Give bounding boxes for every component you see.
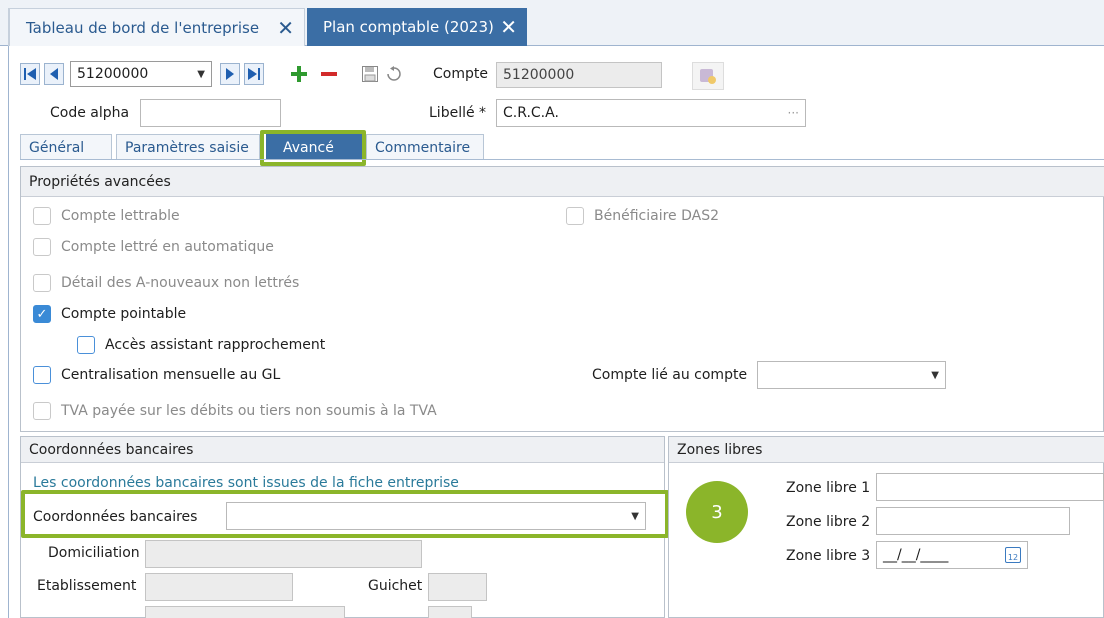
close-icon[interactable]: ✕ <box>500 17 517 37</box>
code-alpha-label: Code alpha <box>50 105 130 121</box>
checkbox[interactable] <box>33 207 51 225</box>
previous-record-button[interactable] <box>44 63 64 85</box>
option-compte-lettrable[interactable]: Compte lettrable <box>33 207 180 225</box>
section-title: Propriétés avancées <box>21 167 1104 197</box>
account-action-button[interactable] <box>692 62 724 90</box>
libelle-value: C.R.C.A. <box>503 105 559 121</box>
proprietes-avancees-panel <box>20 166 1104 432</box>
tab-label: Général <box>29 139 85 156</box>
avance-tab-highlight <box>260 130 366 166</box>
next-record-button[interactable] <box>220 63 240 85</box>
add-button[interactable] <box>288 62 310 86</box>
option-label: Accès assistant rapprochement <box>105 337 326 353</box>
previous-icon <box>50 68 58 80</box>
option-label: Bénéficiaire DAS2 <box>594 208 719 224</box>
compte-lie-label: Compte lié au compte <box>592 367 748 383</box>
tab-parametres-saisie[interactable]: Paramètres saisie <box>116 134 260 160</box>
compte-lie-select[interactable]: ▼ <box>757 361 946 389</box>
undo-button[interactable] <box>384 63 404 85</box>
coordonnees-select-label: Coordonnées bancaires <box>33 509 198 525</box>
option-tva-debits[interactable]: TVA payée sur les débits ou tiers non so… <box>33 402 437 420</box>
next-icon <box>226 68 234 80</box>
chevron-down-icon: ▼ <box>931 369 939 381</box>
libelle-label: Libellé * <box>429 105 487 121</box>
compte-field: 51200000 <box>496 62 662 88</box>
zone-libre-3-date-input[interactable]: __/__/____ 12 <box>876 541 1028 569</box>
checkbox[interactable] <box>33 366 51 384</box>
option-label: Compte pointable <box>61 306 187 322</box>
date-value: __/__/____ <box>883 547 949 563</box>
close-icon[interactable]: ✕ <box>277 18 294 38</box>
account-selector-value: 51200000 <box>77 66 149 82</box>
tab-general[interactable]: Général <box>20 134 112 160</box>
chevron-down-icon: ▼ <box>197 68 205 80</box>
etablissement-label: Etablissement <box>37 578 137 594</box>
first-record-button[interactable] <box>20 63 40 85</box>
account-card-icon <box>700 69 716 84</box>
domiciliation-field <box>145 540 422 568</box>
option-centralisation[interactable]: Centralisation mensuelle au GL <box>33 366 280 384</box>
option-compte-pointable[interactable]: ✓ Compte pointable <box>33 305 186 323</box>
zone-libre-1-label: Zone libre 1 <box>786 480 871 496</box>
checkbox[interactable] <box>77 336 95 354</box>
domiciliation-label: Domiciliation <box>48 545 140 561</box>
delete-button[interactable] <box>318 62 340 86</box>
more-options-icon[interactable]: ··· <box>788 106 799 120</box>
zone-libre-2-input[interactable] <box>876 507 1070 535</box>
tab-label: Paramètres saisie <box>125 139 249 156</box>
minus-icon <box>321 72 337 76</box>
tab-label: Tableau de bord de l'entreprise <box>26 18 260 37</box>
chevron-down-icon: ▼ <box>631 510 639 522</box>
document-tab-bar: Tableau de bord de l'entreprise ✕ Plan c… <box>0 0 1104 46</box>
checkbox[interactable] <box>33 274 51 292</box>
info-text: Les coordonnées bancaires sont issues de… <box>33 475 459 491</box>
option-acces-assistant[interactable]: Accès assistant rapprochement <box>77 336 325 354</box>
zone-libre-2-label: Zone libre 2 <box>786 514 871 530</box>
tab-label: Plan comptable (2023) <box>323 18 494 36</box>
step-callout-badge: 3 <box>686 481 748 543</box>
checkbox[interactable] <box>33 238 51 256</box>
save-button[interactable] <box>360 63 380 85</box>
option-label: Compte lettré en automatique <box>61 239 274 255</box>
content-left-border <box>8 46 9 618</box>
rib-field-partial <box>428 606 472 618</box>
option-label: Compte lettrable <box>61 208 180 224</box>
libelle-input[interactable]: C.R.C.A. ··· <box>496 99 806 127</box>
tab-tableau-de-bord[interactable]: Tableau de bord de l'entreprise ✕ <box>9 8 305 46</box>
option-compte-lettre-auto[interactable]: Compte lettré en automatique <box>33 238 274 256</box>
option-label: TVA payée sur les débits ou tiers non so… <box>61 403 437 419</box>
subtab-divider <box>20 159 1104 160</box>
save-icon <box>362 66 378 82</box>
section-title: Coordonnées bancaires <box>21 437 664 463</box>
coordonnees-bancaires-select[interactable]: ▼ <box>226 502 646 530</box>
section-title: Zones libres <box>669 437 1104 463</box>
checkbox[interactable] <box>33 402 51 420</box>
code-alpha-input[interactable] <box>140 99 281 127</box>
calendar-icon[interactable]: 12 <box>1005 547 1021 563</box>
option-detail-a-nouveaux[interactable]: Détail des A-nouveaux non lettrés <box>33 274 299 292</box>
tab-label: Commentaire <box>375 139 471 156</box>
option-label: Centralisation mensuelle au GL <box>61 367 281 383</box>
checkbox[interactable] <box>566 207 584 225</box>
last-icon <box>248 68 260 80</box>
last-record-button[interactable] <box>244 63 264 85</box>
plus-icon <box>291 66 307 82</box>
zone-libre-1-input[interactable] <box>876 473 1104 501</box>
etablissement-field <box>145 573 293 601</box>
account-selector[interactable]: 51200000 ▼ <box>70 61 212 87</box>
zone-libre-3-label: Zone libre 3 <box>786 548 871 564</box>
tab-plan-comptable[interactable]: Plan comptable (2023) ✕ <box>307 8 527 46</box>
option-label: Détail des A-nouveaux non lettrés <box>61 275 300 291</box>
undo-icon <box>387 66 401 81</box>
tab-commentaire[interactable]: Commentaire <box>366 134 484 160</box>
guichet-field <box>428 573 487 601</box>
compte-label: Compte <box>433 66 488 82</box>
option-beneficiaire-das2[interactable]: Bénéficiaire DAS2 <box>566 207 719 225</box>
checkbox-checked-icon[interactable]: ✓ <box>33 305 51 323</box>
compte-field-partial <box>145 606 345 618</box>
first-icon <box>24 68 36 80</box>
guichet-label: Guichet <box>368 578 423 594</box>
